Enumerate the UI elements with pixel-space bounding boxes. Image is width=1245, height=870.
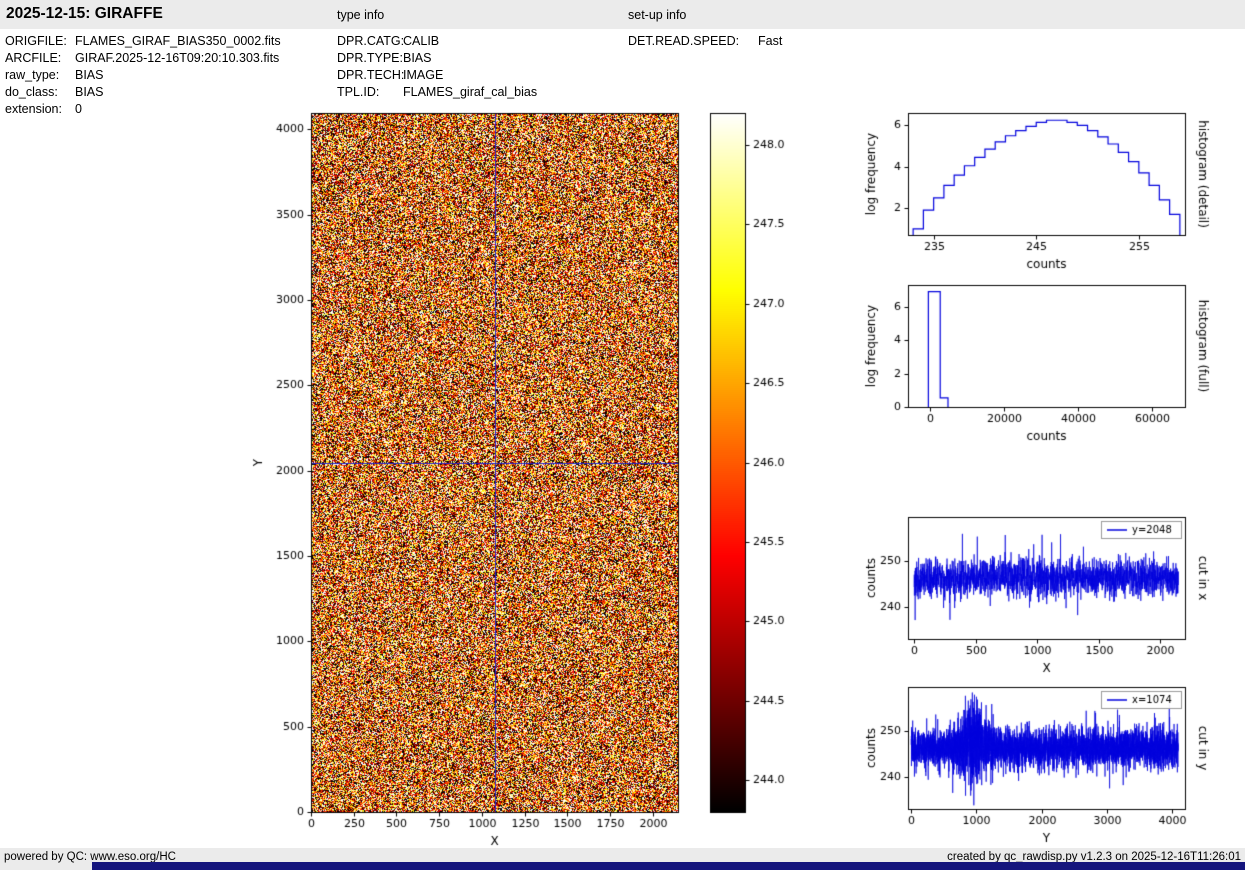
- dpr-type-value: BIAS: [403, 51, 432, 65]
- dpr-type-row: DPR.TYPE: BIAS: [337, 50, 537, 67]
- footer-accent-bar: [92, 862, 1245, 870]
- do-class-label: do_class:: [5, 85, 58, 99]
- dpr-tech-label: DPR.TECH:: [337, 68, 405, 82]
- arcfile-label: ARCFILE:: [5, 51, 62, 65]
- extension-value: 0: [75, 102, 82, 116]
- read-speed-row: DET.READ.SPEED: Fast: [628, 33, 782, 50]
- do-class-value: BIAS: [75, 85, 104, 99]
- dpr-tech-row: DPR.TECH: IMAGE: [337, 67, 537, 84]
- tpl-id-label: TPL.ID:: [337, 85, 380, 99]
- cut-in-x-plot: [850, 504, 1245, 684]
- dpr-tech-value: IMAGE: [403, 68, 444, 82]
- read-speed-value: Fast: [758, 34, 783, 48]
- origfile-value: FLAMES_GIRAF_BIAS350_0002.fits: [75, 34, 281, 48]
- page-title: 2025-12-15: GIRAFFE: [6, 5, 163, 22]
- raw-type-row: raw_type: BIAS: [5, 67, 281, 84]
- type-info-block: DPR.CATG: CALIB DPR.TYPE: BIAS DPR.TECH:…: [337, 33, 537, 101]
- origfile-label: ORIGFILE:: [5, 34, 67, 48]
- setup-info-block: DET.READ.SPEED: Fast: [628, 33, 782, 50]
- raw-type-value: BIAS: [75, 68, 104, 82]
- dpr-type-label: DPR.TYPE:: [337, 51, 403, 65]
- type-info-heading: type info: [337, 8, 385, 22]
- read-speed-label: DET.READ.SPEED:: [628, 34, 740, 48]
- bias-image-plot: [240, 100, 710, 848]
- histogram-detail-plot: [850, 100, 1245, 280]
- footer-bar: powered by QC: www.eso.org/HC created by…: [0, 848, 1245, 870]
- do-class-row: do_class: BIAS: [5, 84, 281, 101]
- raw-type-label: raw_type:: [5, 68, 60, 82]
- arcfile-row: ARCFILE: GIRAF.2025-12-16T09:20:10.303.f…: [5, 50, 281, 67]
- arcfile-value: GIRAF.2025-12-16T09:20:10.303.fits: [75, 51, 280, 65]
- tpl-id-row: TPL.ID: FLAMES_giraf_cal_bias: [337, 84, 537, 101]
- extension-label: extension:: [5, 102, 62, 116]
- cut-in-y-plot: [850, 674, 1245, 854]
- colorbar: [700, 100, 820, 848]
- histogram-full-plot: [850, 272, 1245, 452]
- tpl-id-value: FLAMES_giraf_cal_bias: [403, 85, 538, 99]
- dpr-catg-row: DPR.CATG: CALIB: [337, 33, 537, 50]
- dpr-catg-value: CALIB: [403, 34, 440, 48]
- setup-info-heading: set-up info: [628, 8, 687, 22]
- header-bar: 2025-12-15: GIRAFFE type info set-up inf…: [0, 0, 1245, 29]
- dpr-catg-label: DPR.CATG:: [337, 34, 405, 48]
- origfile-row: ORIGFILE: FLAMES_GIRAF_BIAS350_0002.fits: [5, 33, 281, 50]
